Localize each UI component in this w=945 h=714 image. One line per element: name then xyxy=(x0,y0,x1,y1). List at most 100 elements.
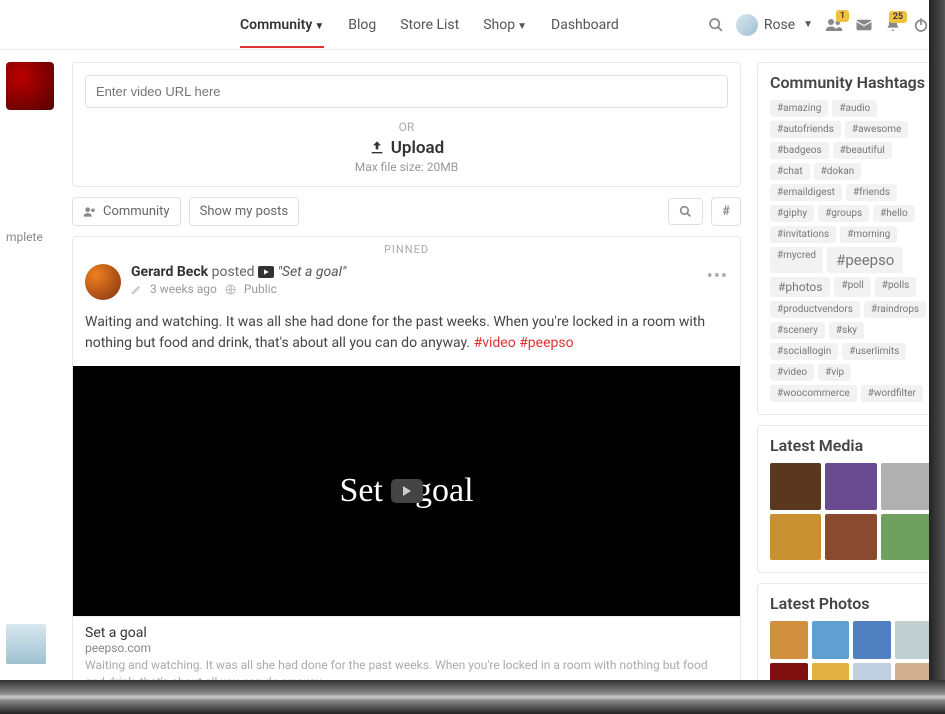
hashtag-tag[interactable]: #peepso xyxy=(827,247,903,273)
nav-blog[interactable]: Blog xyxy=(348,3,376,47)
hashtag-tag[interactable]: #raindrops xyxy=(864,301,926,318)
upload-label: Upload xyxy=(391,138,444,158)
post-verb: posted xyxy=(212,264,255,280)
post-time: 3 weeks ago xyxy=(150,282,217,296)
top-nav: Community▼ Blog Store List Shop▼ Dashboa… xyxy=(0,0,945,50)
play-icon[interactable] xyxy=(391,479,423,503)
widget-title: Community Hashtags xyxy=(758,63,944,100)
hashtag-tag[interactable]: #sky xyxy=(829,322,864,339)
pinned-label: PINNED xyxy=(73,237,740,256)
hashtag-tag[interactable]: #hello xyxy=(873,205,915,222)
post-text: Waiting and watching. It was all she had… xyxy=(85,314,705,351)
hashtag-tag[interactable]: #vip xyxy=(818,364,851,381)
hashtag-tag[interactable]: #badgeos xyxy=(770,142,829,159)
video-url-input[interactable] xyxy=(85,75,728,108)
media-thumb[interactable] xyxy=(825,514,876,561)
media-thumb[interactable] xyxy=(770,514,821,561)
search-icon[interactable] xyxy=(708,17,724,33)
video-player[interactable]: Set a goal xyxy=(73,366,740,616)
photo-thumb[interactable] xyxy=(895,621,933,659)
nav-label: Community xyxy=(240,17,312,33)
hashtag-tag[interactable]: #poll xyxy=(834,277,870,297)
filter-hashtag-button[interactable]: # xyxy=(711,197,741,226)
photo-thumb[interactable] xyxy=(812,621,850,659)
filter-community[interactable]: Community xyxy=(72,197,181,226)
hashtag-tag[interactable]: #groups xyxy=(818,205,869,222)
post-privacy[interactable]: Public xyxy=(244,282,277,296)
hashtag-tag[interactable]: #invitations xyxy=(770,226,836,243)
media-thumb[interactable] xyxy=(881,514,932,561)
upload-button[interactable]: Upload xyxy=(85,138,728,158)
edit-icon[interactable] xyxy=(131,284,142,295)
post-hashtags[interactable]: #video #peepso xyxy=(474,335,574,351)
hashtag-tag[interactable]: #giphy xyxy=(770,205,814,222)
hashtag-tag[interactable]: #friends xyxy=(846,184,897,201)
max-size-text: Max file size: 20MB xyxy=(85,160,728,174)
mail-icon[interactable] xyxy=(855,16,873,34)
avatar xyxy=(736,14,758,36)
post-title-line: Gerard Beck posted "Set a goal" xyxy=(131,264,346,280)
hashtag-tag[interactable]: #wordfilter xyxy=(861,385,923,402)
hash-icon: # xyxy=(722,204,730,219)
video-upload-card: OR Upload Max file size: 20MB xyxy=(72,62,741,187)
filter-show-my-posts[interactable]: Show my posts xyxy=(189,197,299,226)
search-icon xyxy=(679,205,692,218)
hashtag-tag[interactable]: #chat xyxy=(770,163,810,180)
hashtag-tag[interactable]: #awesome xyxy=(845,121,908,138)
profile-thumb[interactable] xyxy=(6,62,54,110)
preview-title[interactable]: Set a goal xyxy=(85,625,728,641)
main-column: OR Upload Max file size: 20MB Community … xyxy=(60,50,753,714)
post-meta: 3 weeks ago Public xyxy=(131,282,346,296)
filter-search-button[interactable] xyxy=(668,198,703,225)
hashtag-tag[interactable]: #userlimits xyxy=(842,343,906,360)
power-icon[interactable] xyxy=(913,17,929,33)
user-menu[interactable]: Rose ▼ xyxy=(736,14,813,36)
left-partial-text: mplete xyxy=(6,230,54,244)
hashtag-tag[interactable]: #productvendors xyxy=(770,301,860,318)
hashtag-tag[interactable]: #amazing xyxy=(770,100,828,117)
nav-community[interactable]: Community▼ xyxy=(240,3,324,47)
nav-store-list[interactable]: Store List xyxy=(400,3,459,47)
media-thumb[interactable] xyxy=(881,463,932,510)
hashtag-tag[interactable]: #autofriends xyxy=(770,121,841,138)
hashtag-tag[interactable]: #scenery xyxy=(770,322,825,339)
left-photo-thumb[interactable] xyxy=(6,624,46,664)
hashtag-tag[interactable]: #woocommerce xyxy=(770,385,857,402)
hashtag-tag[interactable]: #polls xyxy=(875,277,917,297)
nav-dashboard[interactable]: Dashboard xyxy=(551,3,619,47)
widget-title: Latest Photos xyxy=(758,584,944,621)
or-separator: OR xyxy=(85,120,728,134)
hashtag-tag[interactable]: #beautiful xyxy=(833,142,892,159)
preview-domain: peepso.com xyxy=(85,641,728,655)
hashtag-tag[interactable]: #photos xyxy=(770,277,830,297)
hashtag-tag[interactable]: #video xyxy=(770,364,814,381)
hashtag-tag[interactable]: #emaildigest xyxy=(770,184,842,201)
chevron-down-icon: ▼ xyxy=(314,21,324,32)
hashtag-tag[interactable]: #mycred xyxy=(770,247,823,273)
filter-row: Community Show my posts # xyxy=(72,197,741,226)
hashtag-tag[interactable]: #dokan xyxy=(814,163,862,180)
post-card: PINNED Gerard Beck posted "Set a goal" 3… xyxy=(72,236,741,714)
nav-items: Community▼ Blog Store List Shop▼ Dashboa… xyxy=(240,3,696,47)
nav-shop[interactable]: Shop▼ xyxy=(483,3,527,47)
bell-icon[interactable]: 25 xyxy=(885,17,901,33)
hashtag-tag[interactable]: #morning xyxy=(840,226,897,243)
post-author-name[interactable]: Gerard Beck xyxy=(131,264,208,280)
hashtags-widget: Community Hashtags #amazing#audio #autofr… xyxy=(757,62,945,415)
post-menu-dots[interactable]: ••• xyxy=(707,266,728,287)
badge: 1 xyxy=(836,10,849,22)
badge: 25 xyxy=(889,11,907,23)
chevron-down-icon: ▼ xyxy=(517,21,527,32)
post-author-avatar[interactable] xyxy=(85,264,121,300)
media-thumb[interactable] xyxy=(825,463,876,510)
video-icon xyxy=(258,266,274,278)
device-frame xyxy=(929,0,945,714)
hashtag-tag[interactable]: #sociallogin xyxy=(770,343,838,360)
chevron-down-icon: ▼ xyxy=(803,19,813,30)
hashtag-tag[interactable]: #audio xyxy=(832,100,877,117)
media-thumb[interactable] xyxy=(770,463,821,510)
friends-icon[interactable]: 1 xyxy=(825,16,843,34)
photo-thumb[interactable] xyxy=(853,621,891,659)
photo-thumb[interactable] xyxy=(770,621,808,659)
device-bottom xyxy=(0,680,945,714)
